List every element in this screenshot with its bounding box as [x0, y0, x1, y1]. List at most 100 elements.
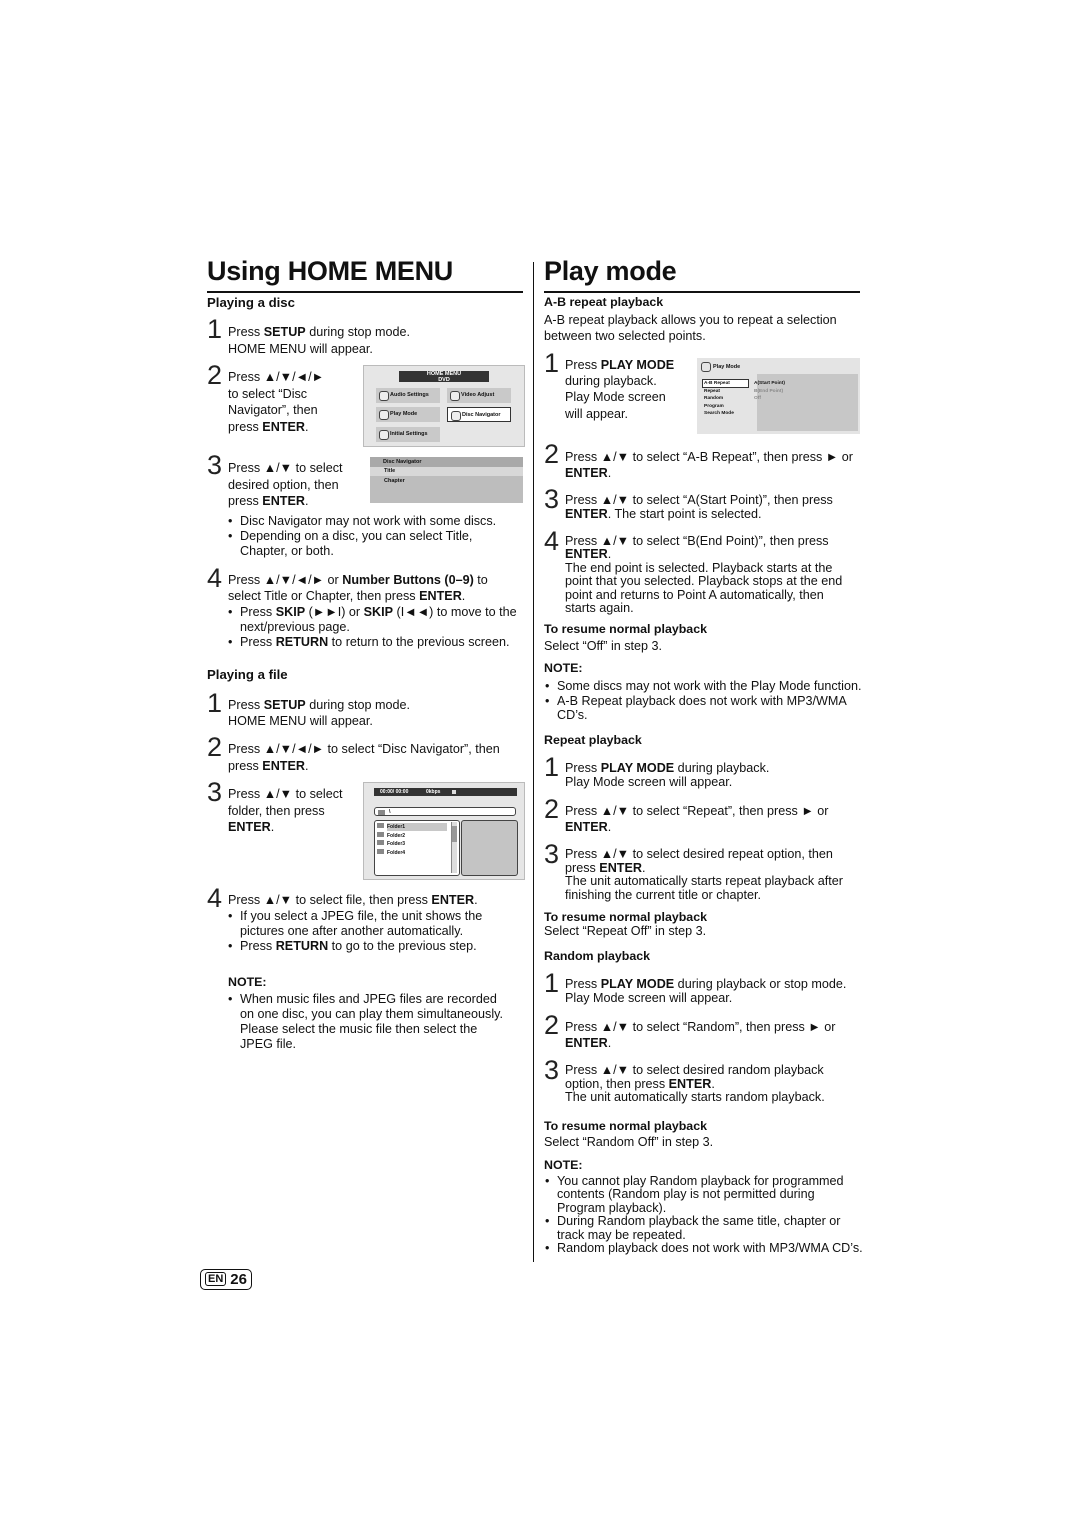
bullet-item: • Random playback does not work with MP3/… [545, 1241, 863, 1255]
play-mode-option[interactable]: Off [754, 395, 761, 402]
text-line: Press RETURN to go to the previous step. [240, 939, 482, 954]
text-line: A-B Repeat playback does not work with M… [557, 694, 861, 709]
folder-name: Folder3 [387, 841, 406, 847]
text-line: Disc Navigator may not work with some di… [240, 514, 496, 529]
play-mode-option[interactable]: A(Start Point) [754, 380, 785, 387]
folder-item[interactable]: Folder1 [377, 823, 405, 831]
text-line: Press PLAY MODE [565, 357, 674, 373]
tile-play-mode[interactable]: Play Mode [376, 407, 440, 422]
language-label: EN [205, 1272, 227, 1286]
time-readout: 00:00/ 00:00 [380, 789, 409, 795]
bullet-item: • Press RETURN to return to the previous … [228, 635, 517, 650]
step-number: 4 [207, 883, 223, 913]
text-segment: press [228, 758, 263, 773]
resume-heading: To resume normal playback [544, 622, 707, 636]
bullet-item: • Depending on a disc, you can select Tit… [228, 529, 496, 559]
text-line: during playback. [565, 373, 674, 389]
tile-initial-settings[interactable]: Initial Settings [376, 427, 440, 442]
bold-text: ENTER [565, 547, 608, 562]
text-segment: You cannot play Random playback for prog… [557, 1174, 844, 1188]
text-segment: Play Mode screen will appear. [565, 775, 733, 789]
text-line: Press ▲/▼ to select “A(Start Point)”, th… [565, 493, 833, 507]
step-number: 4 [544, 526, 560, 556]
text-segment: Press [565, 977, 601, 991]
bold-text: Number Buttons (0–9) [342, 573, 474, 587]
resume-text: Select “Repeat Off” in step 3. [544, 924, 707, 938]
text-segment: During Random playback the same title, c… [557, 1214, 841, 1229]
play-mode-option[interactable]: B(End Point) [754, 388, 783, 395]
bold-text: ENTER [565, 466, 608, 480]
text-segment: Press [228, 698, 264, 712]
step-text: Press ▲/▼ to select desired repeat optio… [565, 847, 843, 902]
text-segment: . [607, 1036, 612, 1050]
text-segment: starts again. [565, 601, 634, 616]
text-line: Press PLAY MODE during playback or stop … [565, 977, 846, 991]
disc-icon [379, 410, 389, 420]
text-segment: Press [228, 325, 264, 339]
tile-audio-settings[interactable]: Audio Settings [376, 388, 440, 403]
note-list: • You cannot play Random playback for pro… [545, 1174, 863, 1255]
heading-playing-file: Playing a file [207, 667, 288, 682]
text-segment: Some discs may not work with the Play Mo… [557, 679, 862, 693]
step-number: 3 [544, 484, 560, 514]
scrollbar-thumb[interactable] [452, 826, 457, 842]
play-mode-item[interactable]: Search Mode [704, 410, 734, 417]
text-line: folder, then press [228, 803, 343, 820]
text-segment: When music files and JPEG files are reco… [240, 992, 497, 1006]
preview-pane [461, 820, 518, 876]
folder-item[interactable]: Folder2 [377, 831, 405, 840]
text-segment: Press ▲/▼ to select “Repeat”, then press… [565, 804, 829, 818]
text-segment: Disc Navigator may not work with some di… [240, 514, 497, 528]
text-segment: . [304, 758, 309, 773]
nav-item-title[interactable]: Title [370, 467, 523, 476]
bullet-list: • If you select a JPEG file, the unit sho… [228, 909, 482, 954]
section-title: Play mode [544, 256, 677, 286]
scrollbar[interactable] [451, 822, 457, 873]
bullet-icon: • [228, 605, 233, 619]
step-text: Press ▲/▼ to select folder, then press ENT… [228, 786, 343, 836]
play-mode-item[interactable]: Program [704, 403, 724, 410]
text-segment: . [607, 820, 612, 834]
bullet-icon: • [228, 939, 233, 953]
text-line: A-B repeat playback allows you to repeat… [544, 312, 837, 328]
monitor-icon [450, 391, 460, 401]
nav-item-chapter[interactable]: Chapter [384, 477, 405, 486]
step-number: 4 [207, 563, 223, 593]
text-segment: Chapter, or both. [240, 544, 334, 558]
tile-video-adjust[interactable]: Video Adjust [447, 388, 511, 403]
path-text: \ [389, 809, 391, 815]
text-line: pictures one after another automatically… [240, 924, 482, 939]
text-segment: Please select the music file then select… [240, 1022, 478, 1036]
tile-label: Play Mode [390, 411, 418, 417]
text-segment: . [711, 1076, 715, 1091]
text-segment: Press ▲/▼ to select “A(Start Point)”, th… [565, 493, 833, 507]
text-line: ENTER. [565, 548, 842, 561]
tile-disc-navigator[interactable]: Disc Navigator [447, 407, 511, 422]
play-mode-item[interactable]: Repeat [704, 388, 720, 395]
text-segment: The end point is selected. Playback star… [565, 560, 833, 575]
step-text: Press ▲/▼ to select “B(End Point)”, then… [565, 534, 842, 616]
play-mode-item[interactable]: Random [704, 395, 723, 402]
title-rule [207, 291, 523, 293]
disc-icon [451, 411, 461, 421]
tile-label: Disc Navigator [462, 412, 501, 418]
step-text: Press ▲/▼ to select “Random”, then press… [565, 1019, 835, 1051]
bold-text: RETURN [275, 939, 329, 953]
resume-text: Select “Off” in step 3. [544, 639, 663, 653]
title-rule [544, 291, 860, 293]
play-mode-item[interactable]: A-B Repeat [704, 380, 730, 387]
tile-label: Video Adjust [461, 392, 495, 398]
manual-page: Using HOME MENU Playing a disc 1 Press S… [0, 0, 1080, 1527]
text-segment: . [270, 820, 275, 834]
text-segment: track may be repeated. [557, 1227, 686, 1242]
folder-item[interactable]: Folder3 [377, 840, 405, 848]
text-segment: Press ▲/▼ to select [228, 461, 343, 475]
text-segment: during stop mode. [305, 325, 411, 339]
text-segment: finishing the current title or chapter. [565, 887, 762, 902]
text-line: Press ▲/▼ to select “A-B Repeat”, then p… [565, 449, 853, 465]
text-line: Play Mode screen will appear. [565, 775, 769, 789]
folder-item[interactable]: Folder4 [377, 848, 405, 857]
text-segment: Press ▲/▼ to select [228, 787, 343, 801]
bullet-item: • During Random playback the same title, … [545, 1214, 863, 1242]
step-number: 1 [544, 752, 560, 782]
